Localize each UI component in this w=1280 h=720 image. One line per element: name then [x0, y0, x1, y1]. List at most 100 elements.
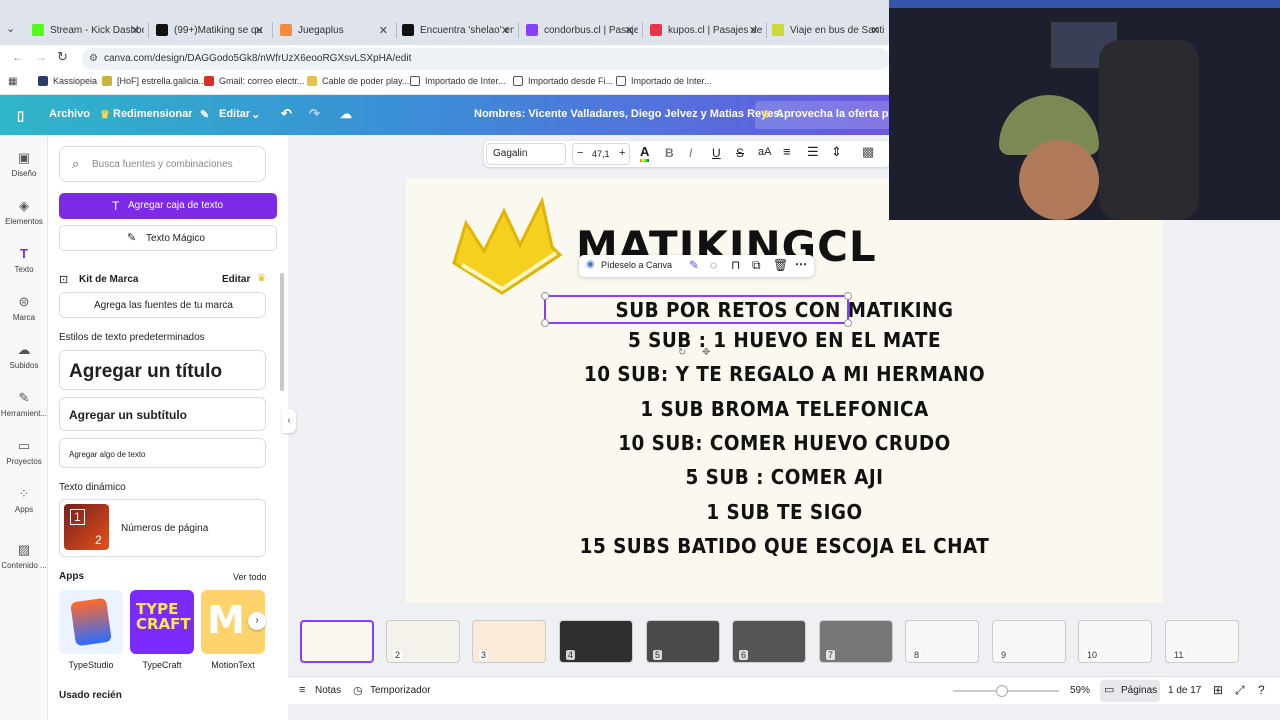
browser-tab[interactable]: kupos.cl | Pasajes de ✕	[650, 18, 762, 42]
magic-edit-icon[interactable]: ✎	[689, 258, 699, 272]
bookmark-item[interactable]: Importado de Inter...	[616, 76, 712, 86]
tab-search-icon[interactable]: ⌄	[6, 22, 15, 35]
page-thumbnail[interactable]: 11	[1165, 620, 1239, 663]
page-thumbnail[interactable]: 9	[992, 620, 1066, 663]
close-icon[interactable]: ✕	[625, 24, 634, 37]
see-all-link[interactable]: Ver todo	[233, 572, 267, 582]
page-thumbnail[interactable]: 3	[472, 620, 546, 663]
magic-text-button[interactable]: ✎ Texto Mágico	[59, 225, 277, 251]
pages-button[interactable]: ▭ Páginas	[1100, 680, 1160, 702]
back-icon[interactable]: ←	[12, 50, 24, 64]
zoom-value[interactable]: 59%	[1070, 685, 1090, 696]
bookmark-item[interactable]: Importado de Inter...	[410, 76, 506, 86]
close-icon[interactable]: ✕	[131, 24, 140, 37]
page-thumbnail[interactable]: 7	[819, 620, 893, 663]
sidebar-toggle-icon[interactable]: ▯	[17, 108, 24, 124]
case-icon[interactable]: aA	[758, 146, 771, 158]
notes-button[interactable]: Notas	[315, 685, 341, 696]
browser-tab[interactable]: (99+)Matiking se qu ✕	[156, 18, 268, 42]
add-textbox-button[interactable]: T Agregar caja de texto	[59, 193, 277, 219]
forward-icon[interactable]: →	[35, 50, 47, 64]
text-line[interactable]: SUB POR RETOS CON MATIKING	[436, 298, 1132, 322]
page-thumbnail[interactable]: 6	[732, 620, 806, 663]
text-line[interactable]: 10 SUB: Y TE REGALO A MI HERMANO	[436, 362, 1132, 386]
align-center-icon[interactable]: ≡	[783, 144, 791, 159]
bookmark-item[interactable]: Cable de poder play...	[307, 76, 409, 86]
grid-view-icon[interactable]: ⊞	[1213, 683, 1223, 697]
rail-item-design[interactable]: ▣ Diseño	[0, 151, 48, 179]
text-line[interactable]: 15 SUBS BATIDO QUE ESCOJA EL CHAT	[436, 534, 1132, 558]
chevron-right-icon[interactable]: ›	[248, 612, 266, 630]
move-icon[interactable]: ✥	[702, 347, 710, 358]
browser-tab[interactable]: Stream - Kick Dashbo ✕	[32, 18, 144, 42]
add-title-button[interactable]: Agregar un título	[59, 350, 266, 390]
ask-canva-button[interactable]: Pídeselo a Canva	[601, 260, 672, 270]
url-field[interactable]: ⚙ canva.com/design/DAGGodo5Gk8/nWfrUzX6eo…	[82, 48, 890, 70]
panel-scrollbar[interactable]	[280, 273, 284, 391]
italic-icon[interactable]: I	[689, 146, 692, 160]
close-icon[interactable]: ✕	[501, 24, 510, 37]
plus-icon[interactable]: +	[619, 147, 625, 159]
font-search-input[interactable]: ⌕ Busca fuentes y combinaciones	[59, 146, 266, 182]
close-icon[interactable]: ✕	[749, 24, 758, 37]
text-line[interactable]: 10 SUB: COMER HUEVO CRUDO	[436, 431, 1132, 455]
browser-tab[interactable]: condorbus.cl | Pasaje ✕	[526, 18, 638, 42]
close-icon[interactable]: ✕	[871, 24, 880, 37]
lock-icon[interactable]: ⊓	[731, 258, 740, 272]
transparency-icon[interactable]: ▩	[862, 144, 874, 160]
rotate-icon[interactable]: ↻	[678, 347, 686, 358]
apps-grid-icon[interactable]: ▦	[8, 76, 17, 87]
rail-item-brand[interactable]: ⊜ Marca	[0, 295, 48, 323]
file-menu-button[interactable]: Archivo	[49, 108, 90, 120]
rail-item-text[interactable]: T Texto	[0, 247, 48, 275]
add-body-button[interactable]: Agregar algo de texto	[59, 438, 266, 468]
edit-mode-button[interactable]: Editar	[219, 108, 250, 120]
document-title[interactable]: Nombres: Vicente Valladares, Diego Jelve…	[474, 108, 783, 120]
bold-icon[interactable]: B	[665, 146, 674, 160]
browser-tab[interactable]: Viaje en bus de Santi ✕	[772, 18, 884, 42]
trash-icon[interactable]: 🗑	[773, 258, 788, 272]
browser-tab[interactable]: Juegaplus ✕	[280, 18, 392, 42]
bookmark-item[interactable]: Kassiopeia	[38, 76, 97, 86]
app-typecraft[interactable]: TYPE CRAFT	[130, 590, 194, 654]
add-subtitle-button[interactable]: Agregar un subtítulo	[59, 397, 266, 431]
text-line[interactable]: 1 SUB TE SIGO	[436, 500, 1132, 524]
spacing-icon[interactable]: ⇕	[831, 144, 842, 160]
browser-tab[interactable]: Encuentra 'shelao' en ✕	[402, 18, 514, 42]
text-line[interactable]: 1 SUB BROMA TELEFONICA	[436, 397, 1132, 421]
fullscreen-icon[interactable]: ⤢	[1235, 683, 1245, 698]
text-color-icon[interactable]: A	[640, 144, 650, 162]
app-typestudio[interactable]	[59, 590, 123, 654]
brand-edit-link[interactable]: Editar	[222, 274, 250, 285]
brand-fonts-button[interactable]: Agrega las fuentes de tu marca	[59, 292, 266, 318]
underline-icon[interactable]: U	[712, 146, 721, 160]
page-thumbnail[interactable]: 10	[1078, 620, 1152, 663]
help-icon[interactable]: ?	[1258, 683, 1265, 697]
duplicate-icon[interactable]: ⧉	[752, 258, 761, 273]
minus-icon[interactable]: −	[577, 147, 583, 159]
bookmark-item[interactable]: Gmail: correo electr...	[204, 76, 305, 86]
redo-icon[interactable]: ↷	[309, 106, 320, 122]
bookmark-item[interactable]: Importado desde Fi...	[513, 76, 613, 86]
comment-icon[interactable]: ◌	[710, 258, 717, 272]
text-line[interactable]: 5 SUB : 1 HUEVO EN EL MATE	[436, 328, 1132, 352]
resize-button[interactable]: Redimensionar	[113, 108, 192, 120]
site-info-icon[interactable]: ⚙	[89, 48, 98, 70]
strikethrough-icon[interactable]: S	[736, 146, 744, 160]
font-size-stepper[interactable]: − 47,1 +	[572, 143, 630, 165]
page-numbers-button[interactable]: 1 2 Números de página	[59, 499, 266, 557]
more-icon[interactable]: ⋯	[795, 257, 807, 271]
page-thumbnail[interactable]	[300, 620, 374, 663]
close-icon[interactable]: ✕	[255, 24, 264, 37]
page-thumbnail[interactable]: 8	[905, 620, 979, 663]
cloud-save-icon[interactable]: ☁	[340, 107, 352, 121]
font-size-value[interactable]: 47,1	[592, 149, 610, 159]
list-icon[interactable]: ☰	[807, 144, 819, 160]
bookmark-item[interactable]: [HoF] estrella.galicia...	[102, 76, 206, 86]
chevron-down-icon[interactable]: ⌄	[251, 108, 260, 121]
close-icon[interactable]: ✕	[379, 24, 388, 37]
offer-button[interactable]: ♛ Aprovecha la oferta para	[755, 101, 905, 129]
text-line[interactable]: 5 SUB : COMER AJI	[436, 465, 1132, 489]
page-thumbnail[interactable]: 4	[559, 620, 633, 663]
design-page[interactable]: MATIKINGCL ◉ Pídeselo a Canva ✎ ◌ ⊓ ⧉ 🗑 …	[406, 178, 1163, 603]
